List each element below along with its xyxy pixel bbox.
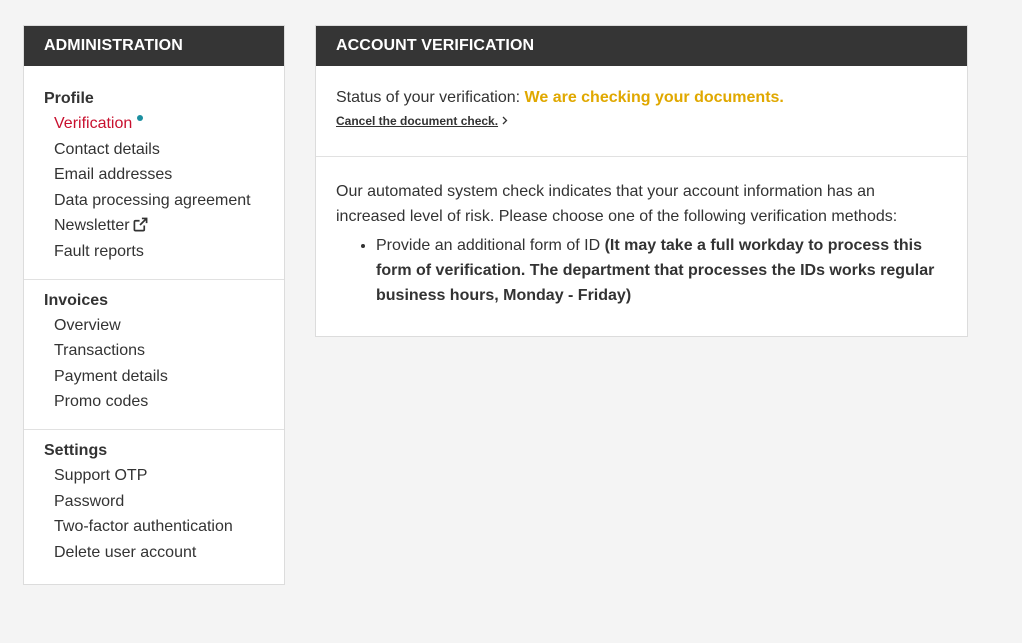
status-label: Status of your verification: — [336, 89, 525, 106]
sidebar-item-label: Verification — [54, 115, 133, 132]
sidebar-item-fault-reports[interactable]: Fault reports — [24, 242, 284, 262]
account-verification-panel: ACCOUNT VERIFICATION Status of your veri… — [315, 25, 968, 337]
sidebar-item-two-factor-authentication[interactable]: Two-factor authentication — [24, 517, 284, 537]
sidebar-item-data-processing-agreement[interactable]: Data processing agreement — [24, 191, 284, 211]
sidebar-item-password[interactable]: Password — [24, 492, 284, 512]
sidebar-item-support-otp[interactable]: Support OTP — [24, 466, 284, 486]
nav-section-settings: Settings Support OTP Password Two-factor… — [24, 430, 284, 579]
nav-heading-invoices: Invoices — [44, 291, 109, 309]
sidebar-item-verification[interactable]: Verification — [24, 114, 284, 134]
nav-heading-settings: Settings — [44, 441, 108, 459]
status-line: Status of your verification: We are chec… — [336, 88, 947, 108]
sidebar-item-transactions[interactable]: Transactions — [24, 341, 284, 361]
nav-section-invoices: Invoices Overview Transactions Payment d… — [24, 280, 284, 430]
sidebar-item-overview[interactable]: Overview — [24, 316, 284, 336]
sidebar-item-promo-codes[interactable]: Promo codes — [24, 392, 284, 412]
chevron-right-icon — [502, 112, 508, 130]
status-value: We are checking your documents. — [524, 89, 784, 106]
dot-indicator-icon — [137, 115, 144, 121]
sidebar-item-email-addresses[interactable]: Email addresses — [24, 165, 284, 185]
page-title: ACCOUNT VERIFICATION — [316, 26, 967, 66]
administration-sidebar: ADMINISTRATION Profile Verification Cont… — [23, 25, 285, 585]
sidebar-item-newsletter[interactable]: Newsletter — [24, 216, 284, 236]
verification-status: Status of your verification: We are chec… — [316, 66, 967, 157]
verification-methods-list: Provide an additional form of ID (It may… — [336, 233, 947, 308]
risk-info-text: Our automated system check indicates tha… — [336, 183, 898, 225]
verification-info: Our automated system check indicates tha… — [316, 157, 967, 308]
list-item: Provide an additional form of ID (It may… — [376, 233, 947, 308]
nav-section-profile: Profile Verification Contact details Ema… — [24, 66, 284, 280]
nav-heading-profile: Profile — [44, 90, 94, 107]
sidebar-item-payment-details[interactable]: Payment details — [24, 367, 284, 387]
sidebar-item-contact-details[interactable]: Contact details — [24, 140, 284, 160]
cancel-link-label: Cancel the document check. — [336, 114, 499, 128]
sidebar-item-delete-user-account[interactable]: Delete user account — [24, 543, 284, 563]
sidebar-title: ADMINISTRATION — [24, 26, 284, 66]
sidebar-item-label: Newsletter — [54, 217, 130, 235]
cancel-document-check-link[interactable]: Cancel the document check. — [336, 114, 498, 128]
method-label: Provide an additional form of ID — [376, 237, 605, 254]
external-link-icon — [133, 217, 148, 238]
